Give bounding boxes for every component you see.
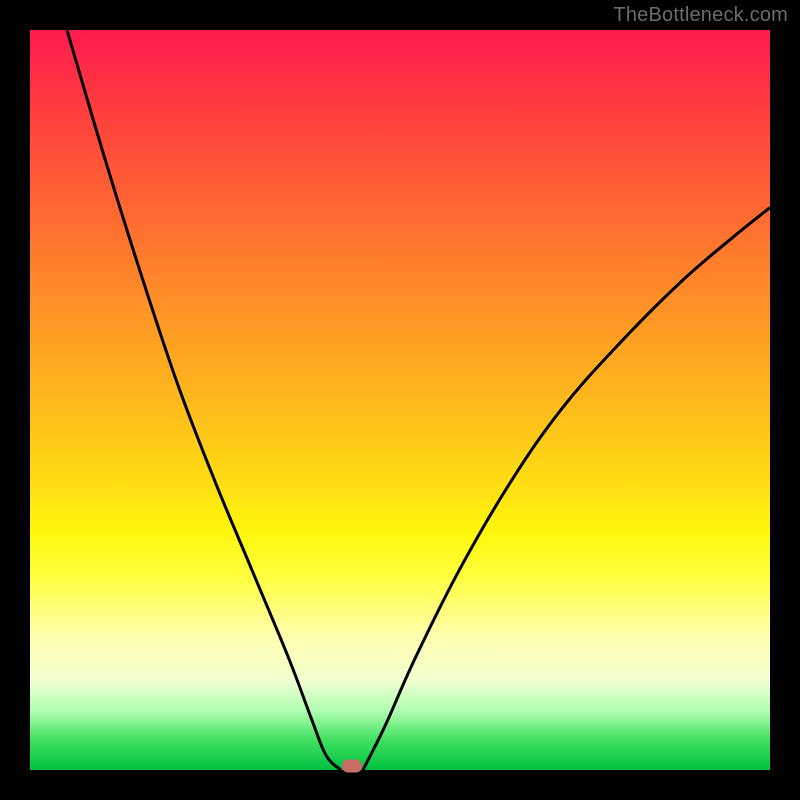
plot-area [30,30,770,770]
bottleneck-curve [30,30,770,770]
curve-right-branch [363,208,770,770]
curve-left-branch [67,30,341,770]
chart-frame: TheBottleneck.com [0,0,800,800]
optimum-marker [342,760,362,773]
watermark-text: TheBottleneck.com [613,4,788,27]
